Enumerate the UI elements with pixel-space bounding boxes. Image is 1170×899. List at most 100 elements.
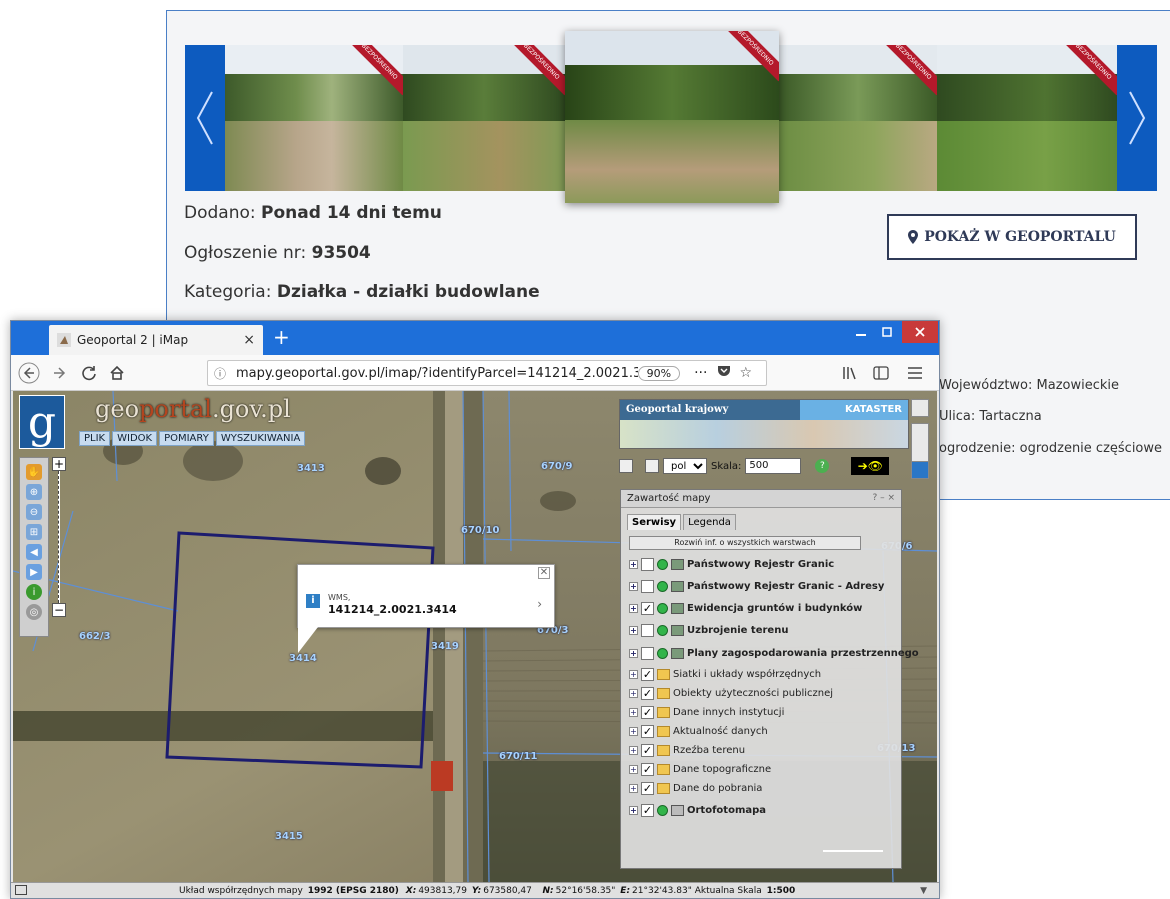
layer-checkbox-checked[interactable]: ✓ [641,601,654,615]
layer-row[interactable]: + Plany zagospodarowania przestrzennego [629,645,919,661]
layer-row[interactable]: + ✓ Ortofotomapa [629,802,766,818]
parcel-label[interactable]: 662/3 [79,631,110,642]
layer-checkbox-checked[interactable]: ✓ [641,667,654,681]
info-icon[interactable]: i [26,584,42,600]
expand-plus-icon[interactable]: + [629,559,638,569]
resize-corner-icon[interactable] [15,885,27,895]
help-icon[interactable]: ? [815,459,830,473]
gallery-next-button[interactable] [1117,45,1157,191]
chevron-down-icon[interactable]: ▼ [920,886,927,896]
layer-checkbox-checked[interactable]: ✓ [641,803,654,817]
expand-plus-icon[interactable]: + [629,648,638,658]
header-kataster[interactable]: KATASTER [800,400,908,420]
pocket-icon[interactable] [717,365,731,381]
tab-close-icon[interactable]: × [243,332,255,348]
home-button[interactable] [105,361,129,385]
menu-pomiary[interactable]: POMIARY [159,431,214,446]
zoom-minus-icon[interactable]: − [52,603,66,617]
parcel-label[interactable]: 3414 [289,653,317,664]
parcel-label[interactable]: 3413 [297,463,325,474]
legend-toggle-icon[interactable] [619,459,633,473]
layer-row[interactable]: + ✓ Aktualność danych [629,723,768,739]
expand-plus-icon[interactable]: + [629,669,638,679]
zoom-plus-icon[interactable]: + [52,457,66,471]
layer-row[interactable]: + ✓ Rzeźba terenu [629,742,745,758]
gallery-prev-button[interactable] [185,45,225,191]
expand-plus-icon[interactable]: + [629,625,638,635]
gps-target-icon[interactable]: ◎ [26,604,42,620]
zoom-level-badge[interactable]: 90% [637,365,681,381]
gallery-photo-featured[interactable]: BEZPOŚREDNIO [565,31,779,203]
show-in-geoportal-button[interactable]: POKAŻ W GEOPORTALU [887,214,1137,260]
gallery-photo-1[interactable]: BEZPOŚREDNIO [225,45,403,191]
reader-view-button[interactable] [869,361,893,385]
next-view-icon[interactable]: ▶ [26,564,42,580]
overview-minimap[interactable] [620,420,908,448]
close-window-button[interactable] [902,321,938,343]
layer-checkbox[interactable] [641,579,654,593]
menu-plik[interactable]: PLIK [79,431,111,446]
zoom-slider[interactable]: + − [52,457,66,617]
identify-popup[interactable]: ✕ i WMS, 141214_2.0021.3414 › [297,564,555,653]
expand-plus-icon[interactable]: + [629,581,638,591]
zoom-out-icon[interactable]: ⊖ [26,504,42,520]
header-geoportal-krajowy[interactable]: Geoportal krajowy [620,400,800,420]
layer-row[interactable]: + Państwowy Rejestr Granic - Adresy [629,578,884,594]
library-button[interactable] [837,361,861,385]
layer-checkbox[interactable] [641,623,654,637]
forward-button[interactable] [47,361,71,385]
zoom-track[interactable] [58,471,60,603]
expand-plus-icon[interactable]: + [629,805,638,815]
layer-checkbox-checked[interactable]: ✓ [641,762,654,776]
menu-widok[interactable]: WIDOK [112,431,158,446]
print-icon[interactable] [645,459,659,473]
gallery-photo-4[interactable]: BEZPOŚREDNIO [779,45,937,191]
expand-all-layers-button[interactable]: Rozwiń inf. o wszystkich warstwach [629,536,861,550]
layer-checkbox-checked[interactable]: ✓ [641,724,654,738]
layer-checkbox-checked[interactable]: ✓ [641,705,654,719]
panel-controls[interactable]: ? – × [872,493,895,503]
layer-row[interactable]: + Państwowy Rejestr Granic [629,556,834,572]
layer-checkbox[interactable] [641,557,654,571]
previous-view-icon[interactable]: ◀ [26,544,42,560]
scale-input[interactable]: 500 [745,458,802,474]
expand-plus-icon[interactable]: + [629,764,638,774]
parcel-label[interactable]: 670/9 [541,461,572,472]
menu-wyszukiwania[interactable]: WYSZUKIWANIA [215,431,306,446]
layer-checkbox-checked[interactable]: ✓ [641,781,654,795]
expand-plus-icon[interactable]: + [629,783,638,793]
back-button[interactable] [17,361,41,385]
parcel-label[interactable]: 3419 [431,641,459,652]
zoom-in-icon[interactable]: ⊕ [26,484,42,500]
parcel-label[interactable]: 670/11 [499,751,537,762]
tab-services[interactable]: Serwisy [627,514,682,530]
settings-icon[interactable] [911,399,929,417]
layer-row[interactable]: + ✓ Dane do pobrania [629,780,762,796]
layer-checkbox-checked[interactable]: ✓ [641,743,654,757]
layer-checkbox-checked[interactable]: ✓ [641,686,654,700]
maximize-button[interactable] [875,321,899,343]
side-slider[interactable] [911,423,929,463]
layer-row[interactable]: + Uzbrojenie terenu [629,622,788,638]
zoom-extent-icon[interactable]: ⊞ [26,524,42,540]
language-select[interactable]: pol [663,458,707,474]
parcel-label[interactable]: 3415 [275,831,303,842]
expand-plus-icon[interactable]: + [629,745,638,755]
bookmark-star-icon[interactable]: ☆ [739,365,752,381]
browser-tab[interactable]: Geoportal 2 | iMap × [49,325,263,355]
expand-plus-icon[interactable]: + [629,726,638,736]
layer-row[interactable]: + ✓ Siatki i układy współrzędnych [629,666,821,682]
url-bar[interactable]: ⓘ mapy.geoportal.gov.pl/imap/?identifyPa… [207,360,767,386]
geoportal-map[interactable]: g geoportal.gov.pl PLIK WIDOK POMIARY WY… [13,391,937,882]
expand-plus-icon[interactable]: + [629,707,638,717]
geoportal-logo[interactable]: g [19,395,65,449]
layer-row[interactable]: + ✓ Dane innych instytucji [629,704,784,720]
gallery-photo-5[interactable]: BEZPOŚREDNIO [937,45,1117,191]
layer-row[interactable]: + ✓ Dane topograficzne [629,761,771,777]
tab-legend[interactable]: Legenda [683,514,736,530]
new-tab-button[interactable]: + [273,326,290,348]
layer-row[interactable]: + ✓ Obiekty użyteczności publicznej [629,685,833,701]
expand-plus-icon[interactable]: + [629,688,638,698]
eye-view-icon[interactable]: ➔👁 [851,457,890,475]
popup-chevron-right-icon[interactable]: › [537,597,542,611]
